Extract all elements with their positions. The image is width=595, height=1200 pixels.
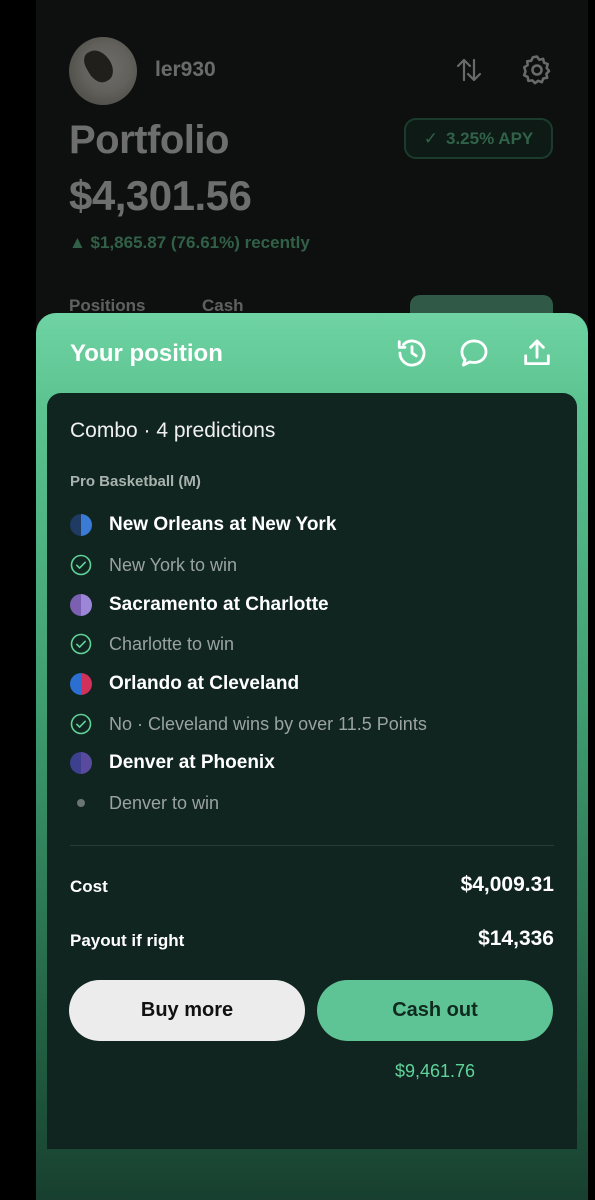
- pick-text: No · Cleveland wins by over 11.5 Points: [109, 713, 427, 734]
- pick-row: Charlotte to win: [70, 631, 234, 657]
- buy-more-button[interactable]: Buy more: [69, 980, 305, 1041]
- league-label: Pro Basketball (M): [70, 473, 201, 490]
- game-row[interactable]: New Orleans at New York: [70, 512, 336, 538]
- check-circle-icon: [70, 713, 92, 735]
- team-colors-icon: [70, 752, 92, 774]
- team-color-left: [70, 594, 81, 616]
- combo-card: Combo · 4 predictions Pro Basketball (M)…: [47, 393, 577, 1143]
- swap-arrows-icon[interactable]: [452, 53, 486, 87]
- game-row[interactable]: Sacramento at Charlotte: [70, 592, 329, 618]
- combo-title: Combo · 4 predictions: [70, 419, 276, 442]
- payout-value: $14,336: [478, 927, 554, 950]
- cost-label: Cost: [70, 877, 108, 896]
- share-icon[interactable]: [520, 336, 554, 370]
- team-color-right: [81, 673, 92, 695]
- game-name: Denver at Phoenix: [109, 752, 275, 773]
- cash-out-button[interactable]: Cash out: [317, 980, 553, 1041]
- sheet-title: Your position: [70, 340, 223, 367]
- avatar[interactable]: [69, 37, 137, 105]
- pick-text: New York to win: [109, 554, 238, 575]
- pending-dot-icon: [70, 792, 92, 814]
- pick-text: Denver to win: [109, 792, 220, 813]
- username: ler930: [155, 58, 216, 81]
- game-row[interactable]: Orlando at Cleveland: [70, 671, 299, 697]
- team-color-right: [81, 514, 92, 536]
- team-color-left: [70, 673, 81, 695]
- team-color-right: [81, 594, 92, 616]
- payout-label: Payout if right: [70, 931, 185, 950]
- ticket-scalloped-edge: [47, 1138, 577, 1149]
- pick-row: No · Cleveland wins by over 11.5 Points: [70, 711, 427, 737]
- cash-out-amount: $9,461.76: [394, 1061, 476, 1081]
- cost-value: $4,009.31: [460, 873, 554, 896]
- game-name: Orlando at Cleveland: [109, 673, 300, 694]
- pick-row: New York to win: [70, 552, 237, 578]
- team-colors-icon: [70, 594, 92, 616]
- pick-text: Charlotte to win: [109, 633, 235, 654]
- game-name: New Orleans at New York: [109, 514, 337, 535]
- team-color-left: [70, 752, 81, 774]
- team-colors-icon: [70, 514, 92, 536]
- game-row[interactable]: Denver at Phoenix: [70, 750, 275, 776]
- app-screen: ler930 Portfolio $4,301.56 ▲ $1,865.87 (…: [36, 0, 588, 1200]
- team-colors-icon: [70, 673, 92, 695]
- team-color-right: [81, 752, 92, 774]
- divider: [70, 845, 554, 846]
- history-icon[interactable]: [395, 336, 429, 370]
- apy-badge[interactable]: ✓ 3.25% APY: [404, 118, 553, 159]
- portfolio-change: ▲ $1,865.87 (76.61%) recently: [69, 233, 310, 252]
- portfolio-value: $4,301.56: [69, 172, 252, 219]
- check-circle-icon: [70, 633, 92, 655]
- gear-icon[interactable]: [520, 53, 554, 87]
- page-title: Portfolio: [69, 118, 229, 162]
- team-color-left: [70, 514, 81, 536]
- check-circle-icon: [70, 554, 92, 576]
- pick-row: Denver to win: [70, 790, 219, 816]
- apy-label: 3.25% APY: [446, 128, 534, 148]
- position-sheet: Your position Combo · 4 predictions Pro …: [36, 313, 588, 1200]
- game-name: Sacramento at Charlotte: [109, 594, 329, 615]
- comment-icon[interactable]: [457, 336, 491, 370]
- check-icon: ✓: [423, 128, 438, 148]
